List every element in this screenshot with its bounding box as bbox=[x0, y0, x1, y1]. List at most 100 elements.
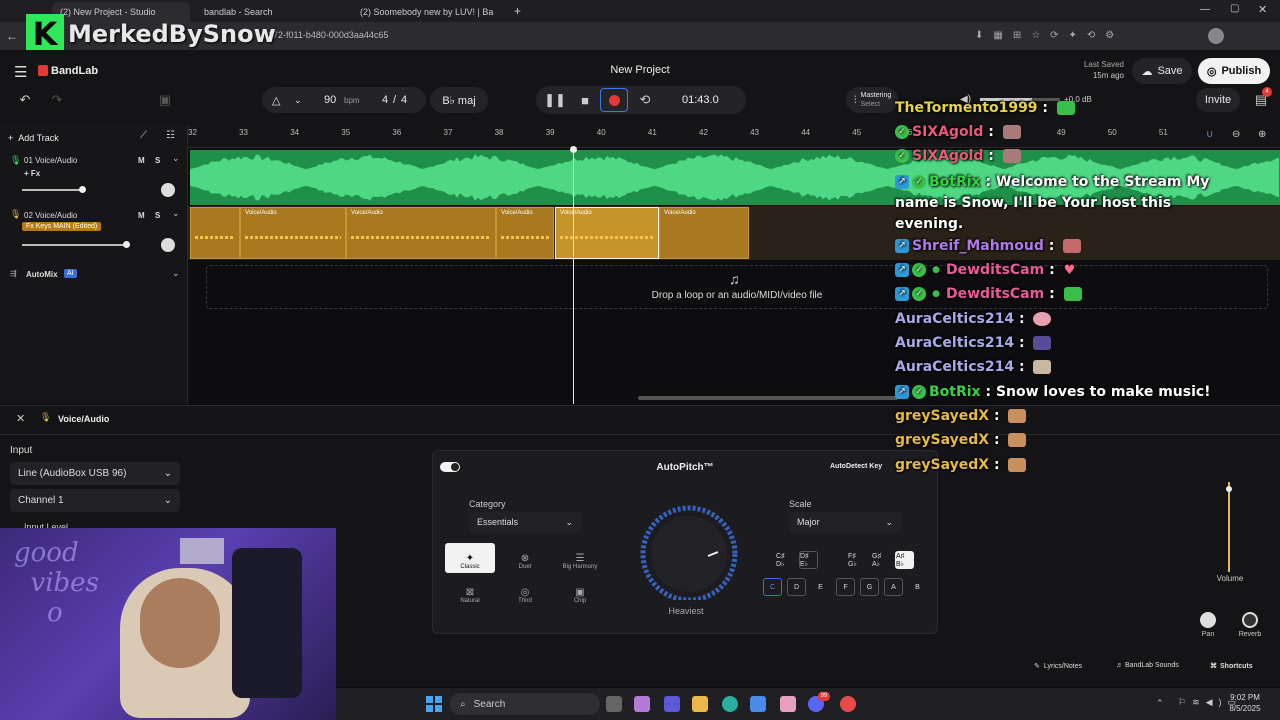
preset-classic[interactable]: ✦ Classic bbox=[445, 543, 495, 573]
key-button[interactable]: B♭ maj bbox=[430, 87, 488, 113]
edge-icon[interactable] bbox=[722, 696, 738, 712]
input-device-select[interactable]: Line (AudioBox USB 96) ⌄ bbox=[10, 462, 180, 485]
redo-icon[interactable]: ↷ bbox=[44, 87, 70, 113]
tempo-group[interactable]: △ ⌄ 90 bpm 4 / 4 bbox=[262, 87, 426, 113]
track-1-mute[interactable]: M bbox=[138, 156, 145, 165]
track-2-volume-slider[interactable] bbox=[22, 244, 126, 246]
track-2-pan-knob[interactable] bbox=[161, 238, 175, 252]
key-c[interactable]: C bbox=[763, 578, 782, 596]
autodetect-key-button[interactable]: AutoDetect Key bbox=[830, 463, 882, 470]
track-1-volume-slider[interactable] bbox=[22, 189, 82, 191]
record-button[interactable] bbox=[600, 88, 628, 112]
magnet-icon[interactable]: ∪ bbox=[1206, 129, 1213, 140]
preset-natural[interactable]: ⊠ Natural bbox=[445, 577, 495, 607]
new-tab-icon[interactable]: + bbox=[514, 4, 521, 18]
key-c-sharp[interactable]: C♯ D♭ bbox=[775, 551, 794, 569]
pause-icon[interactable]: ❚❚ bbox=[542, 87, 568, 113]
mastering-button[interactable]: ⫶ Mastering Select bbox=[846, 87, 898, 113]
track-2-volume-thumb[interactable] bbox=[123, 241, 130, 248]
zoom-in-icon[interactable]: ⊕ bbox=[1258, 129, 1266, 140]
key-g[interactable]: G bbox=[860, 578, 879, 596]
audio-clip[interactable]: Voice/Audio bbox=[346, 207, 496, 259]
volume-fader-thumb[interactable] bbox=[1226, 486, 1232, 492]
key-e[interactable]: E bbox=[811, 578, 830, 596]
track-2-mute[interactable]: M bbox=[138, 211, 145, 220]
track-2-fx[interactable]: Fx Keys MAIN (Edited) bbox=[22, 222, 102, 231]
bandlab-sounds-button[interactable]: ♬ BandLab Sounds bbox=[1116, 662, 1179, 669]
publish-button[interactable]: ◎ Publish bbox=[1198, 58, 1270, 84]
track-settings-icon[interactable]: ☷ bbox=[166, 130, 175, 141]
chevron-down-icon[interactable]: ⌄ bbox=[172, 208, 180, 219]
scale-select[interactable]: Major ⌄ bbox=[789, 512, 901, 533]
key-f[interactable]: F bbox=[836, 578, 855, 596]
track-1-pan-knob[interactable] bbox=[161, 183, 175, 197]
clock-time[interactable]: 9:02 PM bbox=[1222, 693, 1268, 702]
windows-start-icon[interactable] bbox=[426, 696, 442, 712]
time-sig-num[interactable]: 4 bbox=[382, 94, 388, 106]
preset-duet[interactable]: ⊗ Duet bbox=[500, 543, 550, 573]
channel-select[interactable]: Channel 1 ⌄ bbox=[10, 489, 180, 512]
file-explorer-icon[interactable] bbox=[692, 696, 708, 712]
loop-icon[interactable]: ⟲ bbox=[632, 87, 658, 113]
close-window-icon[interactable]: ✕ bbox=[1258, 3, 1267, 16]
minimize-icon[interactable]: — bbox=[1200, 4, 1210, 15]
panel-toggle-icon[interactable]: ▣ bbox=[152, 87, 178, 113]
copilot-icon[interactable] bbox=[634, 696, 650, 712]
amount-knob[interactable] bbox=[634, 504, 744, 603]
key-d[interactable]: D bbox=[787, 578, 806, 596]
key-d-sharp[interactable]: D♯ E♭ bbox=[799, 551, 818, 569]
chevron-down-icon[interactable]: ⌄ bbox=[172, 268, 180, 279]
track-1-fx[interactable]: + Fx bbox=[24, 169, 40, 178]
lyrics-notes-button[interactable]: ✎ Lyrics/Notes bbox=[1034, 662, 1082, 670]
track-1-volume-thumb[interactable] bbox=[79, 186, 86, 193]
back-arrow-icon[interactable]: ← bbox=[6, 29, 18, 43]
teams-icon[interactable] bbox=[664, 696, 680, 712]
audio-clip-selected[interactable]: Voice/Audio bbox=[555, 207, 659, 259]
audio-clip[interactable]: Voice/Audio bbox=[659, 207, 749, 259]
track-2-name[interactable]: 02 Voice/Audio bbox=[24, 211, 77, 220]
key-g-sharp[interactable]: G♯ A♭ bbox=[871, 551, 890, 569]
undo-icon[interactable]: ↶ bbox=[12, 87, 38, 113]
playhead-handle[interactable] bbox=[570, 146, 577, 153]
taskbar-search[interactable]: ⌕ Search bbox=[450, 693, 600, 715]
audio-clip[interactable] bbox=[190, 207, 240, 259]
key-b[interactable]: B bbox=[908, 578, 927, 596]
automix-label[interactable]: AutoMix bbox=[26, 270, 58, 279]
url-text[interactable]: -9172-f011-b480-000d3aa44c65 bbox=[260, 30, 388, 40]
tray-chevron-icon[interactable]: ⌃ bbox=[1156, 698, 1164, 709]
stop-icon[interactable]: ■ bbox=[572, 87, 598, 113]
task-view-icon[interactable] bbox=[606, 696, 622, 712]
brand-name[interactable]: BandLab bbox=[51, 65, 98, 77]
project-title[interactable]: New Project bbox=[560, 64, 720, 76]
key-a[interactable]: A bbox=[884, 578, 903, 596]
pan-knob[interactable] bbox=[1200, 612, 1216, 628]
autopitch-toggle[interactable] bbox=[440, 462, 460, 472]
tempo-value[interactable]: 90 bbox=[324, 94, 336, 106]
maximize-icon[interactable]: ▢ bbox=[1230, 3, 1239, 14]
close-panel-icon[interactable]: ✕ bbox=[16, 412, 25, 425]
key-a-sharp[interactable]: A♯ B♭ bbox=[895, 551, 914, 569]
audio-clip[interactable]: Voice/Audio bbox=[240, 207, 346, 259]
volume-fader[interactable] bbox=[1228, 482, 1230, 572]
invite-button[interactable]: Invite bbox=[1196, 88, 1240, 112]
time-sig-den[interactable]: 4 bbox=[401, 94, 407, 106]
chevron-down-icon[interactable]: ⌄ bbox=[172, 153, 180, 164]
browser-extension-icons[interactable]: ⬇▦⊞☆⟳✦⟲⚙ bbox=[975, 30, 1124, 41]
menu-icon[interactable]: ☰ bbox=[14, 63, 27, 81]
add-track-button[interactable]: + Add Track bbox=[8, 130, 84, 146]
track-1-solo[interactable]: S bbox=[155, 156, 160, 165]
app-icon[interactable] bbox=[780, 696, 796, 712]
preset-big-harmony[interactable]: ☰ Big Harmony bbox=[555, 543, 605, 573]
chrome-icon[interactable] bbox=[840, 696, 856, 712]
tools-icon[interactable]: ⟋ bbox=[140, 130, 147, 141]
playhead[interactable] bbox=[573, 148, 574, 404]
zoom-out-icon[interactable]: ⊖ bbox=[1232, 129, 1240, 140]
track-2-solo[interactable]: S bbox=[155, 211, 160, 220]
preset-chip[interactable]: ▣ Chip bbox=[555, 577, 605, 607]
clock-date[interactable]: 8/5/2025 bbox=[1222, 704, 1268, 713]
shortcuts-button[interactable]: ⌘ Shortcuts bbox=[1210, 662, 1253, 670]
preset-third[interactable]: ◎ Third bbox=[500, 577, 550, 607]
store-icon[interactable] bbox=[750, 696, 766, 712]
save-button[interactable]: ☁ Save bbox=[1132, 58, 1192, 84]
reverb-knob[interactable] bbox=[1242, 612, 1258, 628]
